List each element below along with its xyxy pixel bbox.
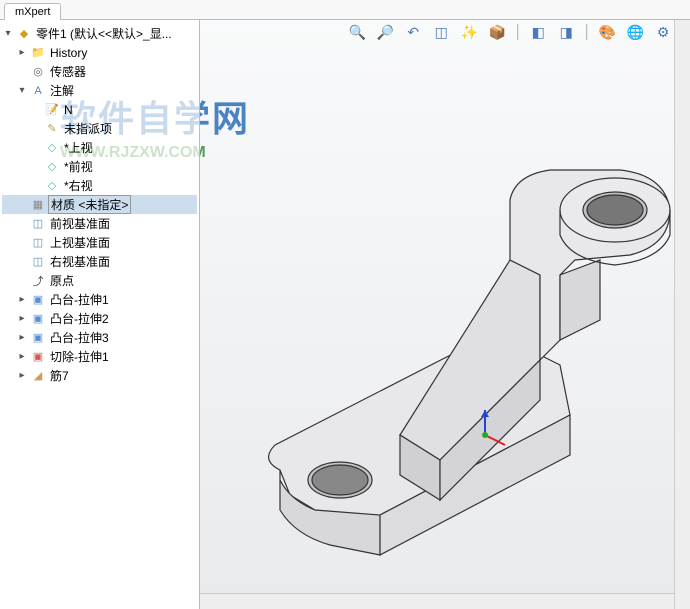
main-area: ▾ ◆ 零件1 (默认<<默认>_显... ▸ 📁 History ◎ 传感器 … <box>0 20 690 609</box>
chevron-right-icon[interactable]: ▸ <box>16 47 28 58</box>
material-icon: ▦ <box>30 197 46 213</box>
rib-icon: ◢ <box>30 368 46 384</box>
front-view-label: *前视 <box>62 158 93 175</box>
sensor-icon: ◎ <box>30 64 46 80</box>
tree-top-plane[interactable]: ◫ 上视基准面 <box>2 233 197 252</box>
boss1-label: 凸台-拉伸1 <box>48 291 109 308</box>
render-icon[interactable]: 🎨 <box>597 22 617 42</box>
note-label: N <box>62 103 73 117</box>
view-toolbar: 🔍 🔎 ↶ ◫ ✨ 📦 ◧ ◨ 🎨 🌐 ⚙ <box>347 22 673 42</box>
tab-bar: mXpert <box>0 0 690 20</box>
render2-icon[interactable]: 🌐 <box>625 22 645 42</box>
view-icon: ◇ <box>44 178 60 194</box>
tab-mxpert[interactable]: mXpert <box>4 3 61 20</box>
top-view-label: *上视 <box>62 139 93 156</box>
appearance-icon[interactable]: ◧ <box>528 22 548 42</box>
front-plane-label: 前视基准面 <box>48 215 110 232</box>
plane-icon: ◫ <box>30 216 46 232</box>
right-plane-label: 右视基准面 <box>48 253 110 270</box>
tree-boss3[interactable]: ▸ ▣ 凸台-拉伸3 <box>2 328 197 347</box>
tree-material[interactable]: ▦ 材质 <未指定> <box>2 195 197 214</box>
feature-tree[interactable]: ▾ ◆ 零件1 (默认<<默认>_显... ▸ 📁 History ◎ 传感器 … <box>0 20 200 609</box>
root-label: 零件1 (默认<<默认>_显... <box>34 25 172 42</box>
rib-label: 筋7 <box>48 367 69 384</box>
toolbar-separator <box>586 24 587 40</box>
tree-right-plane[interactable]: ◫ 右视基准面 <box>2 252 197 271</box>
tab-label: mXpert <box>15 6 50 18</box>
tree-unassigned[interactable]: ✎ 未指派项 <box>2 119 197 138</box>
tree-root[interactable]: ▾ ◆ 零件1 (默认<<默认>_显... <box>2 24 197 43</box>
zoom-fit-icon[interactable]: 🔍 <box>347 22 367 42</box>
extrude-icon: ▣ <box>30 311 46 327</box>
tree-boss2[interactable]: ▸ ▣ 凸台-拉伸2 <box>2 309 197 328</box>
tree-cut1[interactable]: ▸ ▣ 切除-拉伸1 <box>2 347 197 366</box>
plane-icon: ◫ <box>30 235 46 251</box>
model-3d[interactable] <box>220 80 690 560</box>
hide-show-icon[interactable]: ◨ <box>556 22 576 42</box>
annotation-icon: A <box>30 83 46 99</box>
chevron-right-icon[interactable]: ▸ <box>16 332 28 343</box>
origin-icon: ⤴ <box>30 273 46 289</box>
annotations-label: 注解 <box>48 82 74 99</box>
origin-label: 原点 <box>48 272 74 289</box>
tree-front-plane[interactable]: ◫ 前视基准面 <box>2 214 197 233</box>
chevron-right-icon[interactable]: ▸ <box>16 313 28 324</box>
cut1-label: 切除-拉伸1 <box>48 348 109 365</box>
boss2-label: 凸台-拉伸2 <box>48 310 109 327</box>
history-label: History <box>48 46 87 60</box>
chevron-down-icon[interactable]: ▾ <box>16 85 28 96</box>
extrude-icon: ▣ <box>30 292 46 308</box>
folder-icon: 📁 <box>30 45 46 61</box>
prev-view-icon[interactable]: ↶ <box>403 22 423 42</box>
plane-icon: ◫ <box>30 254 46 270</box>
unassigned-label: 未指派项 <box>62 120 112 137</box>
note-icon: 📝 <box>44 102 60 118</box>
chevron-down-icon[interactable]: ▾ <box>2 28 14 39</box>
top-plane-label: 上视基准面 <box>48 234 110 251</box>
material-label: 材质 <未指定> <box>48 195 131 214</box>
horizontal-scrollbar[interactable] <box>200 593 674 609</box>
tree-annotations[interactable]: ▾ A 注解 <box>2 81 197 100</box>
section-view-icon[interactable]: ◫ <box>431 22 451 42</box>
tree-note[interactable]: 📝 N <box>2 100 197 119</box>
zoom-area-icon[interactable]: 🔎 <box>375 22 395 42</box>
cut-icon: ▣ <box>30 349 46 365</box>
sensors-label: 传感器 <box>48 63 86 80</box>
unassigned-icon: ✎ <box>44 121 60 137</box>
scene-icon[interactable]: 📦 <box>487 22 507 42</box>
display-style-icon[interactable]: ✨ <box>459 22 479 42</box>
tree-boss1[interactable]: ▸ ▣ 凸台-拉伸1 <box>2 290 197 309</box>
vertical-scrollbar[interactable] <box>674 20 690 609</box>
tree-rib[interactable]: ▸ ◢ 筋7 <box>2 366 197 385</box>
settings-icon[interactable]: ⚙ <box>653 22 673 42</box>
tree-top-view[interactable]: ◇ *上视 <box>2 138 197 157</box>
chevron-right-icon[interactable]: ▸ <box>16 351 28 362</box>
right-view-label: *右视 <box>62 177 93 194</box>
toolbar-separator <box>517 24 518 40</box>
tree-right-view[interactable]: ◇ *右视 <box>2 176 197 195</box>
chevron-right-icon[interactable]: ▸ <box>16 370 28 381</box>
viewport[interactable]: 🔍 🔎 ↶ ◫ ✨ 📦 ◧ ◨ 🎨 🌐 ⚙ <box>200 20 690 609</box>
chevron-right-icon[interactable]: ▸ <box>16 294 28 305</box>
tree-front-view[interactable]: ◇ *前视 <box>2 157 197 176</box>
tree-sensors[interactable]: ◎ 传感器 <box>2 62 197 81</box>
extrude-icon: ▣ <box>30 330 46 346</box>
boss3-label: 凸台-拉伸3 <box>48 329 109 346</box>
tree-origin[interactable]: ⤴ 原点 <box>2 271 197 290</box>
view-icon: ◇ <box>44 159 60 175</box>
tree-history[interactable]: ▸ 📁 History <box>2 43 197 62</box>
view-icon: ◇ <box>44 140 60 156</box>
part-icon: ◆ <box>16 26 32 42</box>
